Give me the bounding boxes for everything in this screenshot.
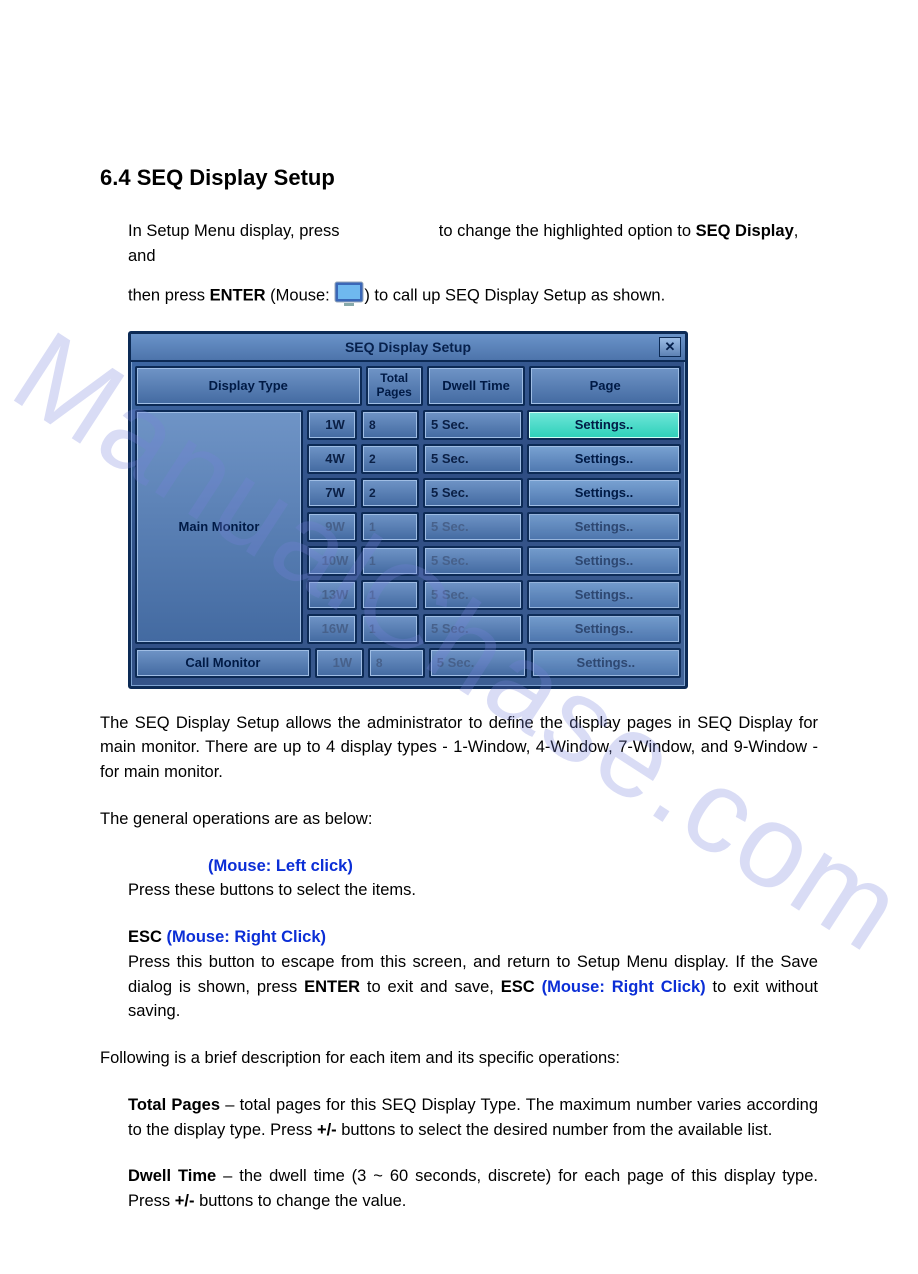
pages-cell[interactable]: 2 [361, 444, 419, 474]
pages-cell[interactable]: 1 [361, 580, 419, 610]
settings-button[interactable]: Settings.. [527, 546, 681, 576]
settings-button[interactable]: Settings.. [527, 444, 681, 474]
col-total-pages-bot: Pages [376, 386, 411, 399]
seq-display-setup-dialog: SEQ Display Setup ✕ Display Type Total P… [128, 331, 688, 689]
wtype-cell[interactable]: 9W [307, 512, 357, 542]
seq-display-bold: SEQ Display [696, 222, 794, 240]
esc-heading: ESC (Mouse: Right Click) [128, 925, 818, 950]
enter-bold: ENTER [210, 286, 266, 304]
call-settings-button[interactable]: Settings.. [531, 648, 681, 678]
dwell-cell[interactable]: 5 Sec. [423, 580, 523, 610]
call-pages[interactable]: 8 [368, 648, 425, 678]
monitor-icon [334, 281, 364, 307]
wtype-cell[interactable]: 7W [307, 478, 357, 508]
table-row: 7W25 Sec.Settings.. [307, 478, 681, 508]
table-row: 16W15 Sec.Settings.. [307, 614, 681, 644]
dialog-titlebar: SEQ Display Setup ✕ [131, 334, 685, 362]
pages-cell[interactable]: 2 [361, 478, 419, 508]
pages-cell[interactable]: 8 [361, 410, 419, 440]
intro-1b: to change the highlighted option to [439, 222, 696, 240]
section-number: 6.4 [100, 165, 131, 190]
col-page: Page [529, 366, 681, 406]
settings-button[interactable]: Settings.. [527, 614, 681, 644]
section-title-text: SEQ Display Setup [137, 165, 335, 190]
intro-line-1: In Setup Menu display, press to change t… [128, 219, 818, 269]
dwell-time-item: Dwell Time – the dwell time (3 ~ 60 seco… [128, 1164, 818, 1214]
wtype-cell[interactable]: 4W [307, 444, 357, 474]
intro-1a: In Setup Menu display, press [128, 222, 340, 240]
esc-body-b: to exit and save, [360, 978, 501, 996]
mouse-left-heading: (Mouse: Left click) [128, 854, 818, 879]
table-row: 1W85 Sec.Settings.. [307, 410, 681, 440]
dialog-grid: Display Type Total Pages Dwell Time Page… [131, 362, 685, 686]
wtype-cell[interactable]: 13W [307, 580, 357, 610]
mouse-right-label: (Mouse: Right Click) [162, 928, 326, 946]
col-dwell-time: Dwell Time [427, 366, 526, 406]
header-row: Display Type Total Pages Dwell Time Page [135, 366, 681, 406]
intro-2b: (Mouse: [266, 286, 335, 304]
dwell-time-label: Dwell Time [128, 1167, 216, 1185]
total-pages-body-b: buttons to select the desired number fro… [337, 1121, 773, 1139]
close-icon: ✕ [665, 339, 676, 355]
pages-cell[interactable]: 1 [361, 546, 419, 576]
settings-button[interactable]: Settings.. [527, 580, 681, 610]
call-dwell[interactable]: 5 Sec. [429, 648, 527, 678]
dwell-cell[interactable]: 5 Sec. [423, 512, 523, 542]
settings-button[interactable]: Settings.. [527, 512, 681, 542]
intro-line-2: then press ENTER (Mouse: ) to call up SE… [128, 283, 818, 309]
total-pages-label: Total Pages [128, 1096, 220, 1114]
dialog-title: SEQ Display Setup [345, 339, 471, 355]
call-monitor-label: Call Monitor [135, 648, 311, 678]
esc-label: ESC [128, 928, 162, 946]
table-row: 13W15 Sec.Settings.. [307, 580, 681, 610]
settings-button[interactable]: Settings.. [527, 410, 681, 440]
table-row: 4W25 Sec.Settings.. [307, 444, 681, 474]
dwell-cell[interactable]: 5 Sec. [423, 478, 523, 508]
esc-bold-2: ESC [501, 978, 535, 996]
settings-button[interactable]: Settings.. [527, 478, 681, 508]
intro-2a: then press [128, 286, 210, 304]
pages-cell[interactable]: 1 [361, 512, 419, 542]
enter-bold-2: ENTER [304, 978, 360, 996]
dwell-cell[interactable]: 5 Sec. [423, 444, 523, 474]
table-row: 10W15 Sec.Settings.. [307, 546, 681, 576]
esc-body: Press this button to escape from this sc… [128, 950, 818, 1024]
dwell-cell[interactable]: 5 Sec. [423, 410, 523, 440]
mouse-left-label: (Mouse: Left click) [208, 857, 353, 875]
call-wtype[interactable]: 1W [315, 648, 364, 678]
mouse-left-body: Press these buttons to select the items. [128, 878, 818, 903]
col-total-pages: Total Pages [366, 366, 423, 406]
section-heading: 6.4 SEQ Display Setup [100, 165, 818, 191]
close-button[interactable]: ✕ [659, 337, 681, 357]
total-pages-item: Total Pages – total pages for this SEQ D… [128, 1093, 818, 1143]
mouse-right-2: (Mouse: Right Click) [535, 978, 706, 996]
dwell-cell[interactable]: 5 Sec. [423, 614, 523, 644]
wtype-cell[interactable]: 16W [307, 614, 357, 644]
dwell-body-b: buttons to change the value. [194, 1192, 406, 1210]
plus-minus-1: +/- [317, 1121, 337, 1139]
col-display-type: Display Type [135, 366, 362, 406]
dwell-cell[interactable]: 5 Sec. [423, 546, 523, 576]
description-2: The general operations are as below: [100, 807, 818, 832]
plus-minus-2: +/- [175, 1192, 195, 1210]
table-row: 9W15 Sec.Settings.. [307, 512, 681, 542]
wtype-cell[interactable]: 1W [307, 410, 357, 440]
col-total-pages-top: Total [380, 372, 408, 385]
intro-2c: ) to call up SEQ Display Setup as shown. [364, 286, 665, 304]
pages-cell[interactable]: 1 [361, 614, 419, 644]
wtype-cell[interactable]: 10W [307, 546, 357, 576]
description-1: The SEQ Display Setup allows the adminis… [100, 711, 818, 785]
call-monitor-row: Call Monitor 1W 8 5 Sec. Settings.. [135, 648, 681, 678]
main-monitor-label: Main Monitor [135, 410, 303, 644]
following-text: Following is a brief description for eac… [100, 1046, 818, 1071]
